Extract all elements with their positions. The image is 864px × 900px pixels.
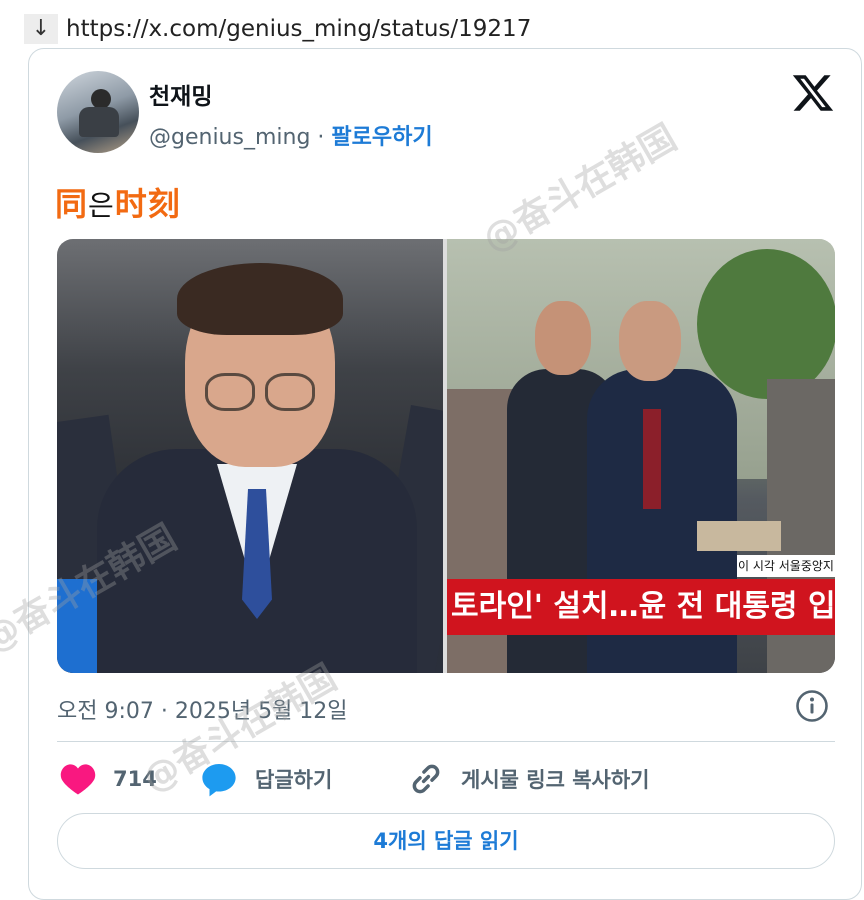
read-replies-button[interactable]: 4개의 답글 읽기 bbox=[57, 813, 835, 869]
media-image-right[interactable]: 이 시각 서울중앙지 토라인' 설치…윤 전 대통령 입 bbox=[447, 239, 835, 673]
photo-figure-glasses bbox=[205, 373, 255, 411]
tweet-timestamp[interactable]: 오전 9:07 · 2025년 5월 12일 bbox=[57, 693, 348, 725]
url-bar: ↓ https://x.com/genius_ming/status/19217 bbox=[0, 0, 864, 52]
download-arrow-icon[interactable]: ↓ bbox=[24, 14, 58, 44]
tweet-text-part2: 时刻 bbox=[114, 185, 181, 223]
like-button[interactable]: 714 bbox=[59, 757, 157, 801]
handle-row: @genius_ming · 팔로우하기 bbox=[149, 119, 433, 151]
tweet-text-part1: 同 bbox=[55, 185, 89, 223]
tweet-card: 천재밍 @genius_ming · 팔로우하기 同은时刻 이 시각 서울중앙지… bbox=[28, 48, 862, 900]
reply-button[interactable]: 답글하기 bbox=[199, 757, 332, 801]
media-grid: 이 시각 서울중앙지 토라인' 설치…윤 전 대통령 입 bbox=[57, 239, 835, 673]
photo-box bbox=[697, 521, 781, 551]
x-logo-icon[interactable] bbox=[791, 71, 835, 115]
tweet-text: 同은时刻 bbox=[55, 179, 181, 225]
photo-figure-face bbox=[619, 301, 681, 381]
action-bar: 714 답글하기 게시물 링크 복사하기 bbox=[57, 757, 835, 801]
reply-label: 답글하기 bbox=[255, 768, 333, 792]
photo-figure-face bbox=[535, 301, 591, 375]
display-name[interactable]: 천재밍 bbox=[149, 77, 212, 111]
copy-link-button[interactable]: 게시물 링크 복사하기 bbox=[407, 757, 650, 801]
handle-separator: · bbox=[317, 125, 325, 150]
url-text[interactable]: https://x.com/genius_ming/status/19217 bbox=[66, 14, 531, 44]
avatar-figure-head bbox=[91, 89, 111, 109]
like-count: 714 bbox=[113, 767, 157, 791]
info-icon[interactable] bbox=[795, 689, 829, 723]
avatar[interactable] bbox=[57, 71, 139, 153]
news-location-tag: 이 시각 서울중앙지 bbox=[737, 555, 835, 577]
reply-bubble-icon bbox=[202, 763, 236, 797]
heart-icon bbox=[60, 764, 96, 795]
link-icon bbox=[412, 764, 440, 794]
handle[interactable]: @genius_ming bbox=[149, 125, 310, 150]
photo-tree bbox=[697, 249, 835, 399]
news-caption-bar: 토라인' 설치…윤 전 대통령 입 bbox=[447, 579, 835, 635]
follow-link[interactable]: 팔로우하기 bbox=[331, 125, 432, 150]
photo-figure-hair bbox=[177, 263, 343, 335]
tweet-text-mid: 은 bbox=[88, 189, 115, 222]
photo-figure-tie bbox=[643, 409, 661, 509]
media-image-left[interactable] bbox=[57, 239, 443, 673]
copy-link-label: 게시물 링크 복사하기 bbox=[461, 768, 650, 792]
photo-figure-glasses bbox=[265, 373, 315, 411]
divider bbox=[57, 741, 835, 742]
avatar-figure-body bbox=[79, 107, 119, 137]
